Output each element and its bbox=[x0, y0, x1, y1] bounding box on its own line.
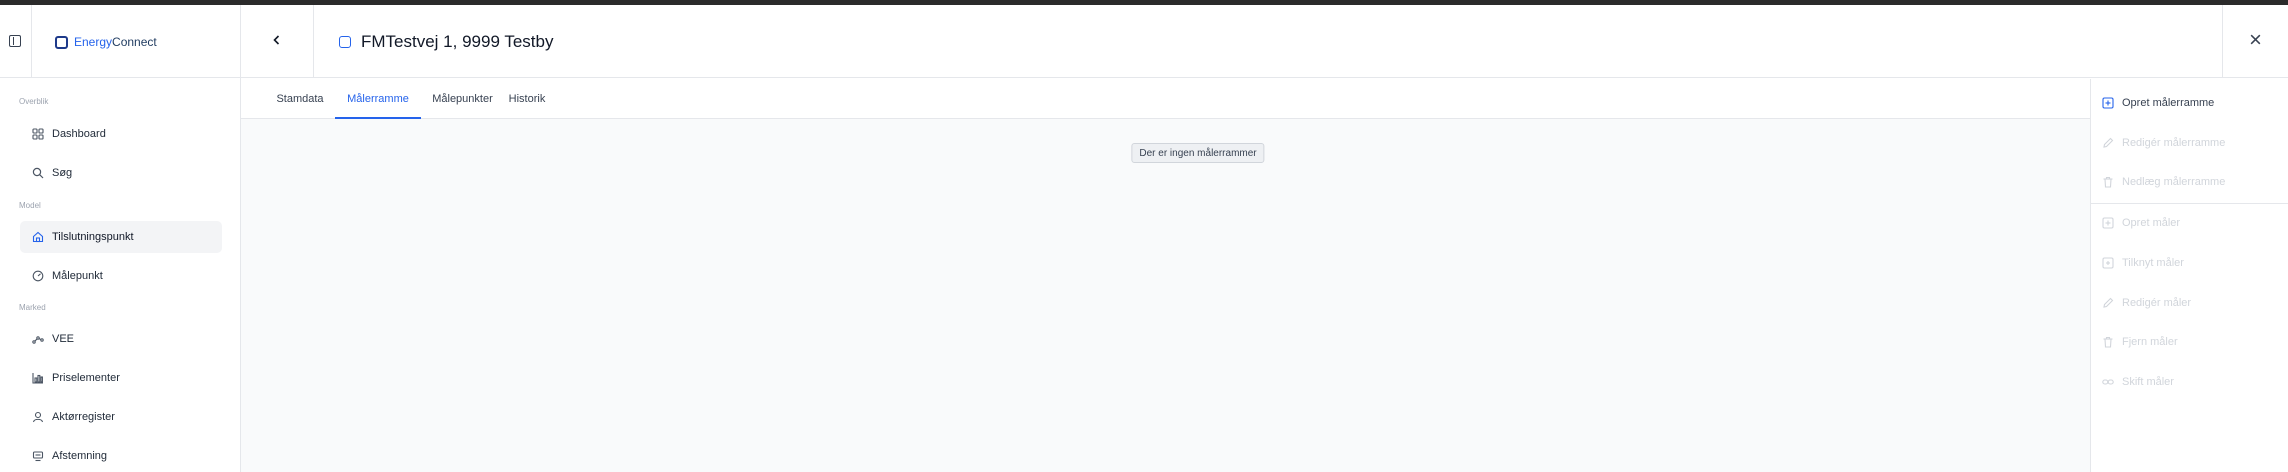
sidebar-header: EnergyConnect bbox=[0, 5, 240, 78]
brand-logo[interactable]: EnergyConnect bbox=[55, 35, 157, 49]
sidebar-toggle-icon[interactable] bbox=[9, 35, 21, 47]
tab-malerramme[interactable]: Målerramme bbox=[335, 79, 421, 119]
tab-stamdata[interactable]: Stamdata bbox=[276, 79, 324, 119]
action-label: Tilknyt måler bbox=[2122, 257, 2184, 269]
close-button[interactable] bbox=[2222, 5, 2288, 78]
empty-state-message: Der er ingen målerrammer bbox=[1131, 143, 1265, 163]
sidebar-item-label: Aktørregister bbox=[52, 411, 115, 423]
search-icon bbox=[31, 167, 44, 180]
create-meter-button[interactable]: Opret måler bbox=[2091, 210, 2288, 236]
house-icon bbox=[31, 231, 44, 244]
action-panel: Opret målerramme Redigér målerramme Nedl… bbox=[2090, 79, 2288, 472]
tab-historik[interactable]: Historik bbox=[506, 79, 548, 119]
edit-meter-frame-button[interactable]: Redigér målerramme bbox=[2091, 130, 2288, 156]
sidebar-item-afstemning[interactable]: Afstemning bbox=[20, 440, 222, 472]
swap-icon bbox=[2102, 379, 2114, 385]
app-window: EnergyConnect Overblik Dashboard Søg Mod… bbox=[0, 5, 2288, 472]
delete-meter-frame-button[interactable]: Nedlæg målerramme bbox=[2091, 169, 2288, 195]
sidebar-item-priselementer[interactable]: Priselementer bbox=[20, 362, 222, 394]
sidebar-item-dashboard[interactable]: Dashboard bbox=[20, 118, 222, 150]
trash-icon bbox=[2103, 176, 2113, 188]
title-area: FMTestvej 1, 9999 Testby bbox=[339, 5, 553, 78]
main-content: Stamdata Målerramme Målepunkter Historik… bbox=[241, 79, 2090, 472]
sidebar-item-search[interactable]: Søg bbox=[20, 157, 222, 189]
scale-icon bbox=[31, 450, 44, 463]
plus-square-icon bbox=[2102, 217, 2114, 229]
tab-malepunkter[interactable]: Målepunkter bbox=[430, 79, 495, 119]
action-label: Opret måler bbox=[2122, 217, 2181, 229]
sidebar: EnergyConnect Overblik Dashboard Søg Mod… bbox=[0, 5, 241, 472]
edit-meter-button[interactable]: Redigér måler bbox=[2091, 290, 2288, 316]
section-label-overview: Overblik bbox=[19, 97, 49, 106]
pencil-icon bbox=[2103, 137, 2114, 148]
pencil-icon bbox=[2103, 297, 2114, 308]
sidebar-item-label: Afstemning bbox=[52, 450, 108, 462]
sidebar-item-label: VEE bbox=[52, 333, 75, 345]
sidebar-item-label: Priselementer bbox=[52, 372, 120, 384]
section-label-model: Model bbox=[19, 201, 41, 210]
sidebar-item-label: Tilslutningspunkt bbox=[52, 231, 134, 243]
sidebar-item-malepunkt[interactable]: Målepunkt bbox=[20, 260, 222, 292]
user-icon bbox=[31, 411, 44, 424]
tab-bar: Stamdata Målerramme Målepunkter Historik bbox=[241, 79, 2090, 119]
gauge-icon bbox=[31, 270, 44, 283]
action-label: Fjern måler bbox=[2122, 336, 2178, 348]
attach-meter-button[interactable]: Tilknyt måler bbox=[2091, 250, 2288, 276]
section-label-marked: Marked bbox=[19, 303, 46, 312]
remove-meter-button[interactable]: Fjern måler bbox=[2091, 329, 2288, 355]
grid-icon bbox=[31, 128, 44, 141]
create-meter-frame-button[interactable]: Opret målerramme bbox=[2091, 90, 2288, 116]
bar-chart-icon bbox=[31, 372, 44, 385]
trash-icon bbox=[2103, 336, 2113, 348]
link-square-icon bbox=[2102, 257, 2114, 269]
logo-mark-icon bbox=[55, 35, 68, 49]
sidebar-item-vee[interactable]: VEE bbox=[20, 323, 222, 355]
close-icon bbox=[2249, 33, 2262, 51]
action-separator bbox=[2091, 203, 2288, 204]
sidebar-item-label: Målepunkt bbox=[52, 270, 103, 282]
page-header: FMTestvej 1, 9999 Testby bbox=[241, 5, 2288, 78]
page-title: FMTestvej 1, 9999 Testby bbox=[361, 31, 554, 51]
sidebar-item-tilslutningspunkt[interactable]: Tilslutningspunkt bbox=[20, 221, 222, 253]
sidebar-item-label: Søg bbox=[52, 167, 73, 179]
swap-meter-button[interactable]: Skift måler bbox=[2091, 369, 2288, 395]
sidebar-item-aktorregister[interactable]: Aktørregister bbox=[20, 401, 222, 433]
action-label: Redigér måler bbox=[2122, 297, 2192, 309]
share-nodes-icon bbox=[31, 333, 44, 346]
action-label: Opret målerramme bbox=[2122, 97, 2215, 109]
brand-name-part1: Energy bbox=[74, 35, 113, 49]
action-label: Redigér målerramme bbox=[2122, 137, 2226, 149]
sidebar-item-label: Dashboard bbox=[52, 128, 106, 140]
chevron-left-icon bbox=[271, 33, 283, 51]
action-label: Skift måler bbox=[2122, 376, 2174, 388]
action-label: Nedlæg målerramme bbox=[2122, 176, 2226, 188]
brand-name-part2: Connect bbox=[112, 35, 157, 49]
back-button[interactable] bbox=[241, 5, 314, 78]
plus-square-icon bbox=[2102, 97, 2114, 109]
sidebar-header-divider bbox=[31, 5, 32, 78]
connection-point-icon bbox=[339, 35, 351, 48]
